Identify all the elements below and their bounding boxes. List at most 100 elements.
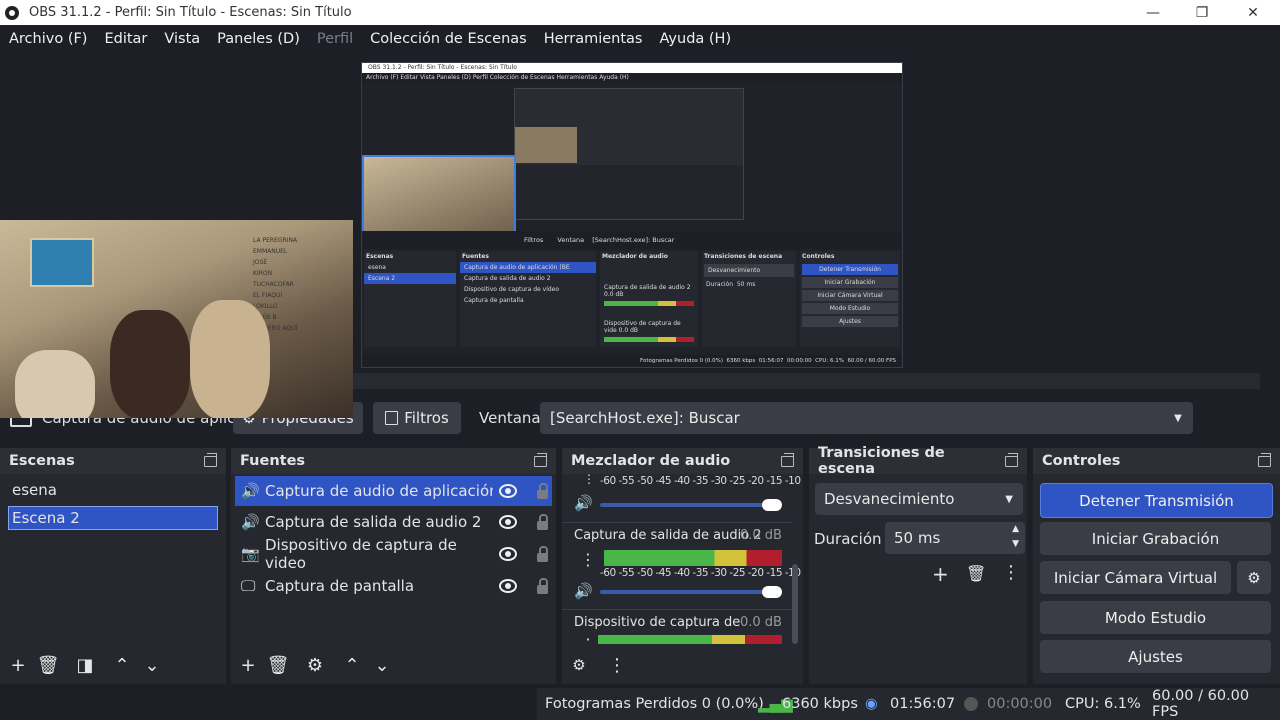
visibility-eye-icon[interactable]: [499, 547, 517, 561]
mini-control-1: Detener Transmisión: [802, 264, 898, 275]
advanced-audio-gear-icon[interactable]: ⚙: [564, 656, 594, 674]
window-label: Ventana: [479, 409, 541, 427]
duration-label: Duración: [814, 530, 882, 548]
speaker-icon[interactable]: 🔊: [574, 494, 593, 512]
virtual-camera-settings-gear-icon[interactable]: ⚙: [1237, 561, 1271, 594]
nested-obs-capture: OBS 31.1.2 - Perfil: Sin Título - Escena…: [361, 62, 903, 368]
menu-editar[interactable]: Editar: [104, 31, 147, 47]
mixer-footer: ⚙ ⋮: [562, 646, 803, 684]
status-bar: Fotogramas Perdidos 0 (0.0%) ▂▄▆ 6360 kb…: [0, 688, 1280, 720]
undock-icon[interactable]: [1258, 452, 1271, 467]
duration-input[interactable]: 50 ms ▲ ▼: [885, 522, 1025, 554]
lock-icon[interactable]: [537, 482, 548, 499]
mini-mixer-item-1: Captura de salida de audio 2 0.0 dB: [604, 284, 691, 298]
window-title: OBS 31.1.2 - Perfil: Sin Título - Escena…: [29, 5, 352, 20]
mini-source-2: Captura de salida de audio 2: [464, 275, 551, 282]
menu-coleccion-escenas[interactable]: Colección de Escenas: [370, 31, 527, 47]
trash-icon[interactable]: 🗑: [33, 655, 63, 676]
start-recording-button[interactable]: Iniciar Grabación: [1040, 522, 1271, 555]
visibility-eye-icon[interactable]: [499, 515, 517, 529]
more-icon[interactable]: ⋮: [583, 474, 595, 486]
mini-docks: Escenas esena Escena 2 Fuentes Captura d…: [362, 251, 902, 351]
chevron-down-icon[interactable]: ⌄: [367, 655, 397, 676]
filters-button[interactable]: Filtros: [373, 402, 461, 434]
menu-herramientas[interactable]: Herramientas: [544, 31, 643, 47]
undock-icon[interactable]: [781, 452, 794, 467]
menu-paneles[interactable]: Paneles (D): [217, 31, 300, 47]
add-icon[interactable]: +: [3, 655, 33, 676]
more-icon[interactable]: ⋮: [580, 550, 596, 569]
menu-ayuda[interactable]: Ayuda (H): [659, 31, 731, 47]
mini-source-3: Dispositivo de captura de vídeo: [464, 286, 560, 293]
filters-icon[interactable]: ◨: [70, 655, 100, 676]
fps: 60.00 / 60.00 FPS: [1152, 688, 1250, 720]
menu-bar: Archivo (F) Editar Vista Paneles (D) Per…: [0, 25, 1280, 53]
chevron-up-icon[interactable]: ⌃: [107, 655, 137, 676]
mini-duration: Duración 50 ms: [706, 281, 756, 288]
studio-mode-button[interactable]: Modo Estudio: [1040, 601, 1271, 634]
source-item[interactable]: 🔊 Captura de audio de aplicación (BE: [235, 476, 552, 506]
trash-icon[interactable]: 🗑: [966, 564, 986, 583]
visibility-eye-icon[interactable]: [499, 579, 517, 593]
add-icon[interactable]: +: [932, 562, 949, 586]
undock-icon[interactable]: [1005, 452, 1018, 467]
minimize-button[interactable]: —: [1128, 0, 1178, 25]
mini-controls-title: Controles: [802, 253, 835, 260]
stop-stream-button[interactable]: Detener Transmisión: [1040, 483, 1273, 518]
source-item[interactable]: 🖵 Captura de pantalla: [231, 570, 556, 602]
mixer-title: Mezclador de audio: [571, 453, 731, 469]
mini-camera-thumb: [362, 155, 516, 243]
start-virtual-camera-button[interactable]: Iniciar Cámara Virtual: [1040, 561, 1231, 594]
mini-transition: Desvanecimiento: [704, 264, 794, 277]
mini-control-5: Ajustes: [802, 316, 898, 327]
mini-title: OBS 31.1.2 - Perfil: Sin Título - Escena…: [362, 63, 902, 73]
lock-icon[interactable]: [537, 545, 548, 562]
title-bar: OBS 31.1.2 - Perfil: Sin Título - Escena…: [0, 0, 1280, 25]
visibility-eye-icon[interactable]: [499, 484, 517, 498]
menu-archivo[interactable]: Archivo (F): [9, 31, 87, 47]
audio-mixer-dock: Mezclador de audio -60 -55 -50 -45 -40 -…: [562, 448, 803, 684]
gear-icon[interactable]: ⚙: [300, 655, 330, 676]
more-icon[interactable]: ⋮: [580, 635, 596, 644]
menu-perfil[interactable]: Perfil: [317, 31, 353, 47]
maximize-button[interactable]: ❐: [1177, 0, 1227, 25]
window-select[interactable]: [SearchHost.exe]: Buscar ▼: [540, 402, 1193, 434]
mini-window-value: [SearchHost.exe]: Buscar: [592, 236, 675, 244]
monitor-icon: 🖵: [241, 577, 256, 595]
spinner-arrows-icon[interactable]: ▲ ▼: [1012, 522, 1019, 552]
more-icon[interactable]: ⋮: [1002, 562, 1020, 583]
volume-slider[interactable]: [600, 586, 782, 598]
speaker-icon: 🔊: [241, 513, 260, 531]
lock-icon[interactable]: [537, 577, 548, 594]
dropped-frames: Fotogramas Perdidos 0 (0.0%): [545, 696, 764, 712]
scene-item-selected[interactable]: Escena 2: [8, 506, 218, 530]
volume-slider[interactable]: [600, 499, 782, 511]
scene-item[interactable]: esena: [0, 474, 226, 506]
undock-icon[interactable]: [204, 452, 217, 467]
add-icon[interactable]: +: [233, 655, 263, 676]
volume-meter: [598, 635, 782, 644]
chevron-down-icon[interactable]: ⌄: [137, 655, 167, 676]
settings-button[interactable]: Ajustes: [1040, 640, 1271, 673]
mini-scenes-title: Escenas: [366, 253, 394, 260]
speaker-icon[interactable]: 🔊: [574, 582, 593, 600]
controls-title: Controles: [1042, 453, 1121, 469]
mixer-scrollbar[interactable]: [792, 564, 798, 644]
trash-icon[interactable]: 🗑: [263, 655, 293, 676]
source-item[interactable]: 📷 Dispositivo de captura de video: [231, 536, 556, 572]
lock-icon[interactable]: [537, 513, 548, 530]
transition-select[interactable]: Desvanecimiento ▼: [815, 483, 1023, 515]
chevron-down-icon: ▼: [1005, 493, 1013, 505]
undock-icon[interactable]: [534, 452, 547, 467]
close-button[interactable]: ✕: [1228, 0, 1278, 25]
scenes-dock: Escenas esena Escena 2 + 🗑 ◨ ⌃ ⌄: [0, 448, 226, 684]
cpu-usage: CPU: 6.1%: [1065, 696, 1141, 712]
mini-source-1: Captura de audio de aplicación (BE: [460, 262, 596, 273]
sources-title: Fuentes: [240, 453, 306, 469]
transitions-title: Transiciones de escena: [818, 445, 945, 477]
menu-vista[interactable]: Vista: [164, 31, 200, 47]
source-item[interactable]: 🔊 Captura de salida de audio 2: [231, 506, 556, 538]
chevron-up-icon[interactable]: ⌃: [337, 655, 367, 676]
more-icon[interactable]: ⋮: [602, 655, 632, 676]
mini-scene-2: Escena 2: [364, 273, 456, 284]
